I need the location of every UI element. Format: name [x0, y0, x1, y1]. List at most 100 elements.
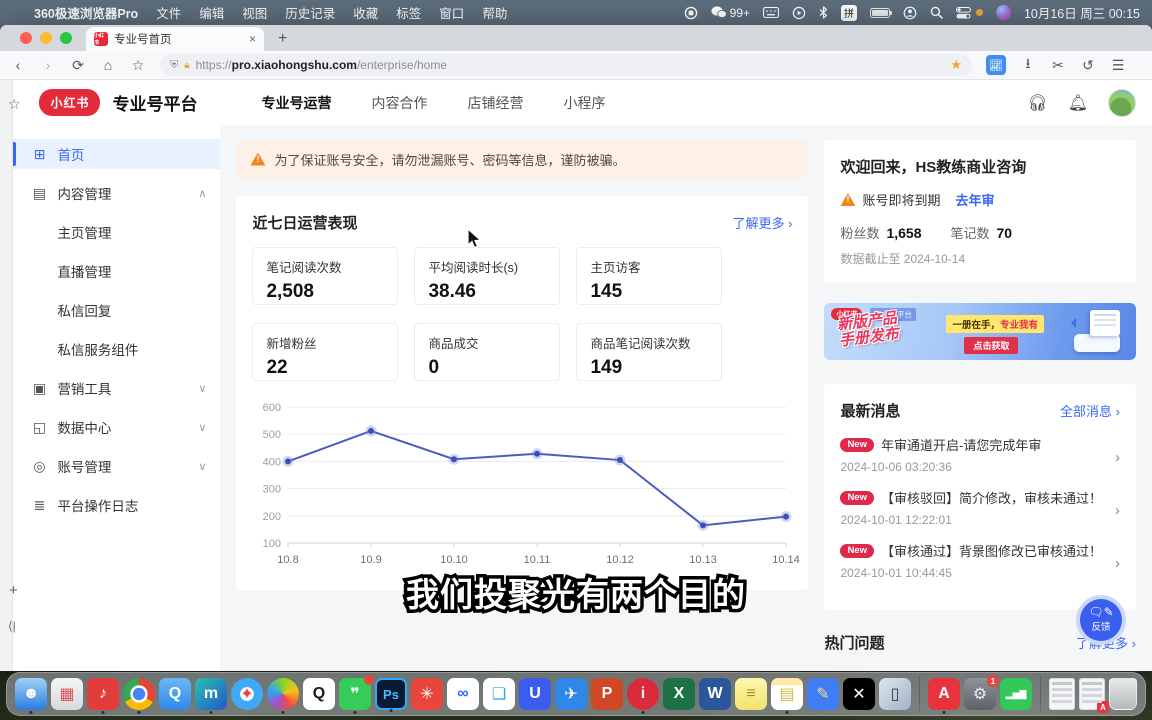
message-row-annual-review[interactable]: New年审通道开启-请您完成年审 2024-10-06 03:20:36 › [840, 435, 1120, 474]
sidebar-item-live-mgmt[interactable]: 直播管理 [13, 256, 220, 286]
menubar-item-view[interactable]: 视图 [242, 3, 267, 22]
menubar-item-edit[interactable]: 编辑 [199, 3, 224, 22]
input-method-icon[interactable]: 拼 [841, 5, 857, 21]
chevron-down-icon[interactable]: ∨ [198, 421, 206, 434]
excel-icon[interactable]: X [663, 678, 695, 710]
sidebar-item-dm-widget[interactable]: 私信服务组件 [13, 334, 220, 364]
control-center-icon[interactable] [956, 7, 971, 19]
sidebar-item-homepage-mgmt[interactable]: 主页管理 [13, 217, 220, 247]
chevron-right-icon[interactable]: › [1115, 449, 1120, 466]
menubar-item-history[interactable]: 历史记录 [285, 3, 335, 22]
side-add-icon[interactable]: + [9, 582, 18, 599]
letter-a-app-icon[interactable]: A [928, 678, 960, 710]
promo-banner[interactable]: 小红书 专业号平台 新版产品手册发布 一册在手，专业我有 点击获取 [824, 303, 1136, 360]
shield-icon[interactable]: ⛨ [170, 59, 178, 72]
chevron-down-icon[interactable]: ∨ [198, 382, 206, 395]
new-tab-button[interactable]: + [278, 30, 287, 48]
sidebar-item-home[interactable]: ⊞ 首页 [13, 139, 220, 169]
system-settings-icon[interactable]: ⚙1 [964, 678, 996, 710]
bookmark-star-button[interactable]: ☆ [130, 57, 146, 74]
back-button[interactable]: ‹ [10, 57, 26, 73]
forward-button[interactable]: › [40, 57, 56, 73]
customer-service-icon[interactable]: 🎧︎ [1027, 93, 1047, 113]
qq-browser-icon[interactable]: Q [159, 678, 191, 710]
notification-bell-icon[interactable]: 🔔︎ [1068, 93, 1088, 113]
word-icon[interactable]: W [699, 678, 731, 710]
tab-close-icon[interactable]: × [249, 32, 256, 46]
bluetooth-icon[interactable] [819, 6, 828, 19]
user-account-icon[interactable] [903, 6, 917, 20]
battery-icon[interactable] [870, 8, 890, 18]
keyboard-icon[interactable] [763, 7, 779, 18]
notes-icon[interactable]: ▤ [771, 678, 803, 710]
safari-icon[interactable]: ✦ [231, 678, 263, 710]
play-icon[interactable] [792, 6, 806, 20]
screen-time-icon[interactable]: ✳ [411, 678, 443, 710]
menubar-app-name[interactable]: 360极速浏览器Pro [34, 3, 138, 22]
sidebar-item-dm-reply[interactable]: 私信回复 [13, 295, 220, 325]
menubar-item-tabs[interactable]: 标签 [396, 3, 421, 22]
bookmarked-star-icon[interactable]: ★ [950, 57, 962, 73]
side-collapse-icon[interactable]: ⟨| [8, 619, 16, 633]
youdao-icon[interactable]: U [519, 678, 551, 710]
message-app-icon[interactable]: ❏ [483, 678, 515, 710]
menubar-item-window[interactable]: 窗口 [439, 3, 464, 22]
chevron-right-icon[interactable]: › [1115, 502, 1120, 519]
sidebar-item-platform-log[interactable]: ≣ 平台操作日志 [13, 490, 220, 520]
close-window-button[interactable] [20, 32, 32, 44]
xiaohongshu-logo[interactable]: 小红书 [39, 89, 100, 116]
browser-tab[interactable]: 小红书 专业号首页 × [86, 27, 264, 51]
menubar-item-bookmarks[interactable]: 收藏 [353, 3, 378, 22]
wechat-icon[interactable]: ❞ [339, 678, 371, 710]
launchpad-icon[interactable]: ▦ [51, 678, 83, 710]
capcut-icon[interactable]: ✕ [843, 678, 875, 710]
browser-menu-icon[interactable]: ☰ [1110, 57, 1126, 74]
nav-tab-content-coop[interactable]: 内容合作 [371, 93, 427, 113]
360-browser-icon[interactable] [267, 678, 299, 710]
home-button[interactable]: ⌂ [100, 57, 116, 73]
pencil-app-icon[interactable]: ✎ [807, 678, 839, 710]
menubar-item-help[interactable]: 帮助 [482, 3, 507, 22]
netease-music-icon[interactable]: ♪ [87, 678, 119, 710]
all-messages-link[interactable]: 全部消息 › [1060, 401, 1120, 420]
undo-history-icon[interactable]: ↺ [1080, 57, 1096, 74]
stickies-icon[interactable]: ≡ [735, 678, 767, 710]
user-avatar[interactable] [1108, 89, 1136, 117]
download-icon[interactable]: ⭳ [1020, 53, 1036, 77]
extension-chart-icon[interactable]: 📈︎ [986, 55, 1006, 75]
spotlight-search-icon[interactable] [930, 6, 943, 19]
chevron-up-icon[interactable]: ∧ [198, 187, 206, 200]
siri-icon[interactable] [996, 5, 1011, 20]
minimize-window-button[interactable] [40, 32, 52, 44]
promo-cta-button[interactable]: 点击获取 [964, 337, 1018, 354]
renew-link[interactable]: 去年审 [955, 190, 994, 209]
nav-tab-miniprogram[interactable]: 小程序 [563, 93, 605, 113]
performance-more-link[interactable]: 了解更多 › [732, 213, 792, 232]
sidebar-item-marketing-tools[interactable]: ▣ 营销工具 ∨ [13, 373, 220, 403]
screen-record-icon[interactable] [684, 6, 698, 20]
photoshop-icon[interactable]: Ps [375, 678, 407, 710]
address-bar[interactable]: ⛨ 🔒︎ https://pro.xiaohongshu.com/enterpr… [160, 54, 972, 76]
dingtalk-icon[interactable]: ✈ [555, 678, 587, 710]
wechat-status[interactable]: 99+ [711, 6, 750, 20]
trash-icon[interactable] [1109, 678, 1137, 710]
message-row-review-passed[interactable]: New【审核通过】背景图修改已审核通过！ 2024-10-01 10:44:45… [840, 541, 1120, 580]
file-preview-icon[interactable]: A [1079, 678, 1105, 710]
baidu-netdisk-icon[interactable]: ∞ [447, 678, 479, 710]
message-row-review-rejected[interactable]: New【审核驳回】简介修改，审核未通过！ 2024-10-01 12:22:01… [840, 488, 1120, 527]
iphone-mirroring-icon[interactable]: ▯ [879, 678, 911, 710]
menubar-item-file[interactable]: 文件 [156, 3, 181, 22]
screenshot-scissors-icon[interactable]: ✂ [1050, 57, 1066, 74]
sidebar-item-account-mgmt[interactable]: ◎ 账号管理 ∨ [13, 451, 220, 481]
window-preview-icon[interactable] [1049, 678, 1075, 710]
maximize-window-button[interactable] [60, 32, 72, 44]
maxthon-browser-icon[interactable]: m [195, 678, 227, 710]
finder-icon[interactable]: ☻ [15, 678, 47, 710]
sidebar-item-content-mgmt[interactable]: ▤ 内容管理 ∧ [13, 178, 220, 208]
menubar-datetime[interactable]: 10月16日 周三 00:15 [1024, 3, 1140, 22]
chrome-icon[interactable] [123, 678, 155, 710]
reload-button[interactable]: ⟳ [70, 57, 86, 74]
iqiyi-icon[interactable]: i [627, 678, 659, 710]
chevron-right-icon[interactable]: › [1115, 555, 1120, 572]
chevron-down-icon[interactable]: ∨ [198, 460, 206, 473]
